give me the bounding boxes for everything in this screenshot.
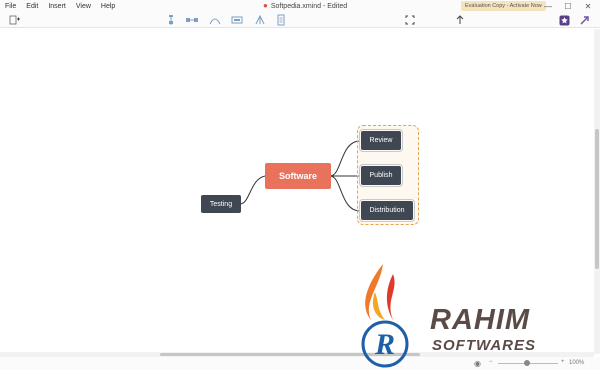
subtopic-icon[interactable] xyxy=(185,14,199,26)
boundary-icon[interactable] xyxy=(254,14,266,26)
window-title-text: Softpedia.xmind - Edited xyxy=(270,3,348,10)
menu-view[interactable]: View xyxy=(71,3,96,10)
close-icon[interactable]: ✕ xyxy=(578,0,598,12)
zoom-level[interactable]: 100% xyxy=(569,360,584,366)
topic-review[interactable]: Review xyxy=(359,129,403,152)
eye-icon[interactable]: ◉ xyxy=(474,359,481,368)
vertical-scroll-thumb[interactable] xyxy=(595,129,599,269)
zoom-slider-handle[interactable] xyxy=(524,360,530,366)
central-topic[interactable]: Software xyxy=(265,163,331,189)
format-icon[interactable] xyxy=(558,14,570,26)
topic-distribution[interactable]: Distribution xyxy=(359,199,415,222)
toolbar xyxy=(0,12,600,28)
watermark-title: RAHIM xyxy=(430,304,531,336)
evaluation-badge[interactable]: Evaluation Copy - Activate Now xyxy=(461,1,546,11)
zoom-out-icon[interactable]: − xyxy=(489,359,493,365)
menu-file[interactable]: File xyxy=(0,3,21,10)
menu-help[interactable]: Help xyxy=(96,3,120,10)
status-bar: ◉ − + 100% xyxy=(0,357,600,370)
topic-testing[interactable]: Testing xyxy=(201,195,241,213)
zoom-in-icon[interactable]: + xyxy=(561,359,565,365)
svg-text:R: R xyxy=(374,328,395,361)
vertical-scrollbar[interactable] xyxy=(594,29,600,354)
new-sheet-icon[interactable] xyxy=(8,14,22,26)
watermark-subtitle: SOFTWARES xyxy=(432,337,537,354)
share-icon[interactable] xyxy=(454,14,466,26)
topic-publish[interactable]: Publish xyxy=(359,164,403,187)
window-title: ● Softpedia.xmind - Edited xyxy=(263,1,347,10)
summary-icon[interactable] xyxy=(231,14,243,26)
minimize-icon[interactable]: — xyxy=(538,0,558,12)
unsaved-dot-icon: ● xyxy=(263,1,268,10)
xmind-window: File Edit Insert View Help ● Softpedia.xm… xyxy=(0,0,600,370)
maximize-icon[interactable]: ☐ xyxy=(558,0,578,12)
fullscreen-icon[interactable] xyxy=(404,14,416,26)
launch-icon[interactable] xyxy=(578,14,590,26)
menu-insert[interactable]: Insert xyxy=(43,3,71,10)
relationship-icon[interactable] xyxy=(208,14,222,26)
menu-edit[interactable]: Edit xyxy=(21,3,43,10)
watermark-logo: R xyxy=(361,264,409,368)
notes-icon[interactable] xyxy=(275,14,287,26)
topic-icon[interactable] xyxy=(165,14,177,26)
